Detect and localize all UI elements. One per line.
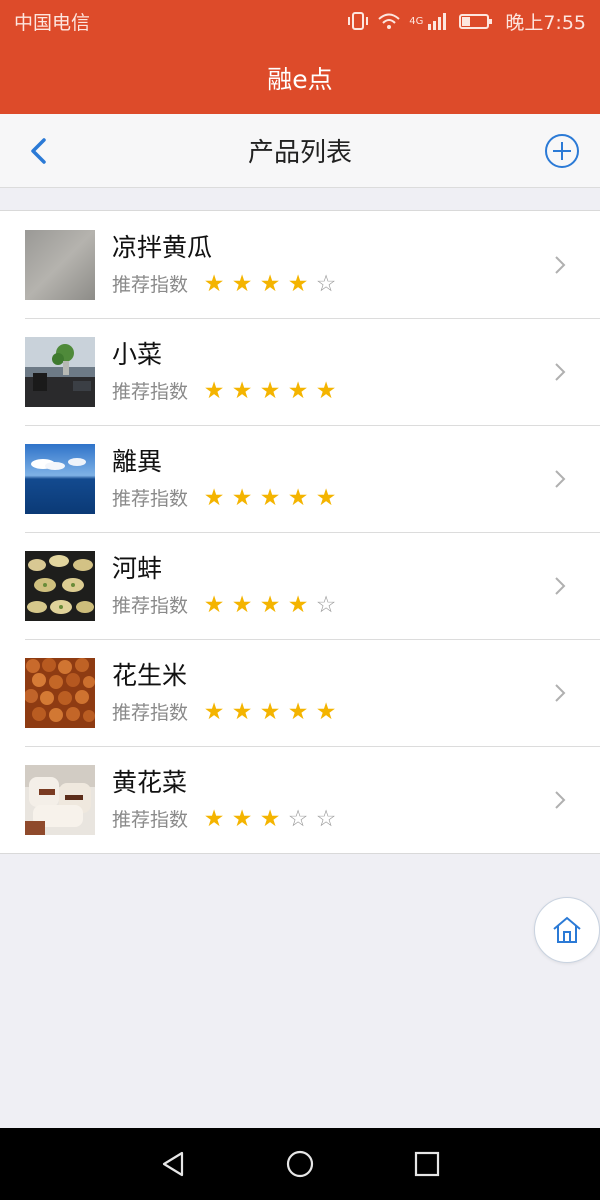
app-title: 融e点: [267, 65, 333, 94]
chevron-right-icon: [555, 577, 566, 595]
system-recents-button[interactable]: [407, 1144, 447, 1184]
product-name: 花生米: [112, 661, 188, 690]
rating-label: 推荐指数: [112, 274, 189, 296]
star-empty-icon: ☆: [287, 805, 309, 832]
rating-label: 推荐指数: [112, 381, 189, 403]
home-circle-icon: [286, 1150, 314, 1178]
star-rating: ★ ★ ★ ★ ☆: [202, 272, 338, 296]
vibrate-icon: [348, 12, 369, 30]
star-filled-icon: ★: [231, 805, 253, 832]
star-filled-icon: ★: [259, 377, 281, 404]
star-filled-icon: ★: [231, 484, 253, 511]
product-name: 凉拌黄瓜: [112, 233, 213, 262]
chevron-right-icon: [555, 470, 566, 488]
star-filled-icon: ★: [287, 698, 309, 725]
star-filled-icon: ★: [259, 270, 281, 297]
star-filled-icon: ★: [259, 698, 281, 725]
star-filled-icon: ★: [315, 377, 337, 404]
star-filled-icon: ★: [231, 591, 253, 618]
home-button[interactable]: [534, 897, 600, 963]
back-button[interactable]: [22, 134, 54, 168]
product-row[interactable]: 凉拌黄瓜 推荐指数 ★ ★ ★ ★ ☆: [0, 211, 600, 318]
network-type: 4G: [409, 15, 424, 27]
battery-icon: [459, 13, 493, 29]
star-empty-icon: ☆: [315, 805, 337, 832]
signal-icon: [428, 13, 447, 30]
star-filled-icon: ★: [203, 377, 225, 404]
home-icon: [553, 916, 581, 943]
star-filled-icon: ★: [287, 377, 309, 404]
star-filled-icon: ★: [203, 591, 225, 618]
star-filled-icon: ★: [315, 698, 337, 725]
system-nav-bar: [0, 1128, 600, 1200]
star-filled-icon: ★: [315, 484, 337, 511]
product-name: 離異: [112, 447, 163, 476]
product-list: 凉拌黄瓜 推荐指数 ★ ★ ★ ★ ☆ 小菜 推荐指数 ★ ★ ★ ★ ★ 離異…: [0, 210, 600, 854]
star-filled-icon: ★: [203, 270, 225, 297]
wifi-icon: [378, 13, 400, 29]
product-row[interactable]: 河蚌 推荐指数 ★ ★ ★ ★ ☆: [0, 532, 600, 639]
product-row[interactable]: 離異 推荐指数 ★ ★ ★ ★ ★: [0, 425, 600, 532]
page-title: 产品列表: [247, 138, 352, 168]
star-filled-icon: ★: [287, 591, 309, 618]
back-triangle-icon: [163, 1151, 184, 1177]
product-name: 小菜: [112, 340, 163, 369]
product-thumbnail: [25, 336, 95, 407]
star-rating: ★ ★ ★ ☆ ☆: [202, 807, 338, 831]
rating-label: 推荐指数: [112, 595, 189, 617]
chevron-left-icon: [31, 138, 46, 164]
star-filled-icon: ★: [259, 805, 281, 832]
star-filled-icon: ★: [231, 270, 253, 297]
product-name: 河蚌: [112, 554, 163, 583]
chevron-right-icon: [555, 684, 566, 702]
rating-label: 推荐指数: [112, 702, 189, 724]
product-thumbnail: [25, 764, 95, 835]
plus-circle-icon: [545, 134, 579, 168]
star-rating: ★ ★ ★ ★ ★: [202, 379, 338, 403]
star-filled-icon: ★: [287, 270, 309, 297]
product-row[interactable]: 小菜 推荐指数 ★ ★ ★ ★ ★: [0, 318, 600, 425]
status-bar: 中国电信 4G 晚上7:55: [0, 0, 600, 42]
star-filled-icon: ★: [259, 591, 281, 618]
star-filled-icon: ★: [203, 805, 225, 832]
product-thumbnail: [25, 443, 95, 514]
chevron-right-icon: [555, 256, 566, 274]
star-rating: ★ ★ ★ ★ ★: [202, 486, 338, 510]
chevron-right-icon: [555, 363, 566, 381]
system-home-button[interactable]: [280, 1144, 320, 1184]
system-back-button[interactable]: [153, 1144, 193, 1184]
star-rating: ★ ★ ★ ★ ☆: [202, 593, 338, 617]
recents-square-icon: [414, 1151, 439, 1177]
rating-label: 推荐指数: [112, 809, 189, 831]
product-row[interactable]: 黄花菜 推荐指数 ★ ★ ★ ☆ ☆: [0, 746, 600, 853]
product-thumbnail: [25, 657, 95, 728]
navigation-bar: 产品列表: [0, 114, 600, 188]
star-filled-icon: ★: [203, 698, 225, 725]
star-empty-icon: ☆: [315, 270, 337, 297]
star-empty-icon: ☆: [315, 591, 337, 618]
product-name: 黄花菜: [112, 768, 188, 797]
app-header: 融e点: [0, 42, 600, 114]
product-row[interactable]: 花生米 推荐指数 ★ ★ ★ ★ ★: [0, 639, 600, 746]
star-filled-icon: ★: [231, 377, 253, 404]
add-button[interactable]: [544, 133, 580, 169]
star-filled-icon: ★: [287, 484, 309, 511]
chevron-right-icon: [555, 791, 566, 809]
product-thumbnail: [25, 229, 95, 300]
star-filled-icon: ★: [231, 698, 253, 725]
star-filled-icon: ★: [203, 484, 225, 511]
star-filled-icon: ★: [259, 484, 281, 511]
carrier-label: 中国电信: [14, 11, 91, 34]
star-rating: ★ ★ ★ ★ ★: [202, 700, 338, 724]
status-icons: 4G 晚上7:55: [347, 8, 586, 35]
product-thumbnail: [25, 550, 95, 621]
clock: 晚上7:55: [505, 11, 586, 34]
rating-label: 推荐指数: [112, 488, 189, 510]
